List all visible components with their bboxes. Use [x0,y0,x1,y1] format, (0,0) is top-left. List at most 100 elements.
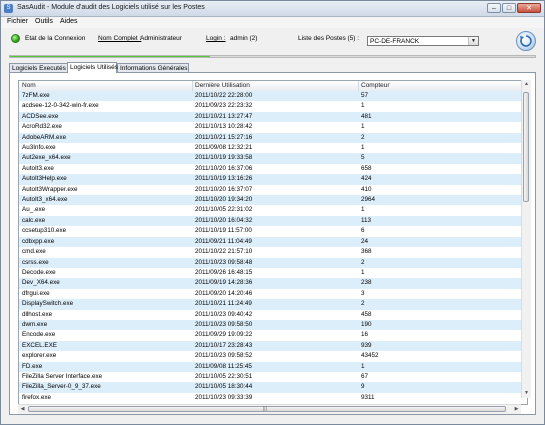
scroll-down-icon[interactable]: ▼ [522,389,531,398]
scroll-right-icon[interactable]: ▶ [512,405,521,414]
cell-derniere-utilisation: 2011/09/29 19:09:22 [195,331,253,339]
progress-fill [10,56,210,57]
table-row[interactable]: cdbxpp.exe 2011/09/21 11:04:49 24 [19,236,527,248]
cell-compteur: 190 [361,320,372,328]
column-header-nom[interactable]: Nom [22,82,36,89]
table-row[interactable]: ccsetup310.exe 2011/10/19 11:57:00 6 [19,226,527,237]
column-header-compteur[interactable]: Compteur [361,82,390,89]
cell-compteur: 939 [361,341,372,349]
tab-logiciels-utilises[interactable]: Logiciels Utilisés [67,62,118,73]
cell-derniere-utilisation: 2011/10/20 16:04:32 [195,216,253,224]
menu-fichier[interactable]: Fichier [7,18,28,25]
cell-nom: acdsee-12-0-342-win-fr.exe [22,102,99,110]
cell-compteur: 3 [361,289,365,297]
cell-nom: AutoIt3Wrapper.exe [22,185,78,193]
table-row[interactable]: AutoIt3Wrapper.exe 2011/10/20 16:37:07 410 [19,184,527,196]
cell-compteur: 1 [361,362,365,370]
table-row[interactable]: EXCEL.EXE 2011/10/17 23:28:43 939 [19,340,527,352]
table-row[interactable]: FileZilla Server Interface.exe 2011/10/05… [19,371,527,383]
cell-nom: cmd.exe [22,248,46,256]
cell-derniere-utilisation: 2011/10/05 22:31:02 [195,206,253,214]
table-row[interactable]: AutoIt3Help.exe 2011/10/19 13:16:26 424 [19,174,527,185]
cell-nom: Au_.exe [22,206,46,214]
table-row[interactable]: csrss.exe 2011/10/23 09:58:48 2 [19,257,527,268]
table-row[interactable]: explorer.exe 2011/10/23 09:58:52 43452 [19,351,527,362]
software-table: Nom Dernière Utilisation Compteur 7zFM.e… [18,80,528,405]
cell-derniere-utilisation: 2011/10/20 16:37:06 [195,164,253,172]
cell-nom: Dev_X64.exe [22,279,60,287]
cell-compteur: 1 [361,102,365,110]
cell-nom: AutoIt3.exe [22,164,54,172]
station-select[interactable]: PC-DE-FRANCK ▼ [367,36,479,46]
table-row[interactable]: calc.exe 2011/10/20 16:04:32 113 [19,215,527,227]
table-row[interactable]: Dev_X64.exe 2011/09/19 14:28:36 238 [19,278,527,289]
table-body: 7zFM.exe 2011/10/22 22:28:00 57 acdsee-12-0… [19,91,527,404]
window-title: SasAudit - Module d'audit des Logiciels … [17,4,205,11]
table-row[interactable]: 7zFM.exe 2011/10/22 22:28:00 57 [19,91,527,102]
table-row[interactable]: firefox.exe 2011/10/23 09:33:39 9311 [19,392,527,404]
cell-derniere-utilisation: 2011/09/23 22:23:32 [195,102,253,110]
table-row[interactable]: DisplaySwitch.exe 2011/10/21 11:24:49 2 [19,299,527,310]
station-select-value: PC-DE-FRANCK [370,38,420,45]
cell-derniere-utilisation: 2011/09/20 14:20:46 [195,289,253,297]
title-bar[interactable]: S SasAudit - Module d'audit des Logiciel… [1,1,544,17]
table-row[interactable]: dllhost.exe 2011/10/23 09:40:42 458 [19,309,527,320]
cell-nom: calc.exe [22,216,46,224]
table-row[interactable]: cmd.exe 2011/10/22 21:57:10 368 [19,247,527,258]
cell-derniere-utilisation: 2011/10/17 23:28:43 [195,341,253,349]
table-row[interactable]: FileZilla_Server-0_9_37.exe 2011/10/05 18… [19,382,527,393]
table-row[interactable]: Encode.exe 2011/09/29 19:09:22 16 [19,330,527,341]
cell-derniere-utilisation: 2011/10/19 19:33:58 [195,154,253,162]
table-row[interactable]: Au3Info.exe 2011/09/08 12:32:21 1 [19,143,527,154]
close-button[interactable]: ✕ [517,3,541,13]
cell-derniere-utilisation: 2011/10/21 15:27:16 [195,133,253,141]
cell-derniere-utilisation: 2011/09/08 11:25:45 [195,362,252,370]
cell-derniere-utilisation: 2011/10/13 10:28:42 [195,123,253,131]
cell-nom: FileZilla Server Interface.exe [22,372,103,380]
cell-derniere-utilisation: 2011/09/08 12:32:21 [195,144,253,152]
vertical-scroll-thumb[interactable] [523,92,529,202]
cell-compteur: 113 [361,216,372,224]
table-row[interactable]: Au_.exe 2011/10/05 22:31:02 1 [19,205,527,216]
connection-label: Etat de la Connexion [25,35,86,42]
maximize-button[interactable]: □ [502,3,516,13]
table-row[interactable]: dfrgui.exe 2011/09/20 14:20:46 3 [19,288,527,300]
cell-derniere-utilisation: 2011/10/19 11:57:00 [195,227,252,235]
horizontal-scrollbar[interactable]: ◀ ||| ▶ [18,404,521,414]
connection-status-icon [11,34,20,43]
cell-compteur: 2 [361,133,365,141]
horizontal-scroll-thumb[interactable]: ||| [28,406,506,412]
cell-compteur: 1 [361,268,365,276]
menu-aides[interactable]: Aides [60,18,78,25]
minimize-button[interactable]: – [487,3,501,13]
cell-nom: AutoIt3_x64.exe [22,196,68,204]
tab-panel: Nom Dernière Utilisation Compteur 7zFM.e… [9,72,536,415]
table-row[interactable]: dwm.exe 2011/10/23 09:58:50 190 [19,319,527,331]
table-row[interactable]: AcroRd32.exe 2011/10/13 10:28:42 1 [19,122,527,133]
table-row[interactable]: Decode.exe 2011/09/26 16:48:15 1 [19,267,527,279]
column-divider[interactable] [358,81,359,91]
cell-nom: explorer.exe [22,352,57,360]
table-row[interactable]: AutoIt3.exe 2011/10/20 16:37:06 658 [19,163,527,175]
cell-nom: AcroRd32.exe [22,123,62,131]
column-divider[interactable] [192,81,193,91]
cell-compteur: 1 [361,123,365,131]
cell-nom: FileZilla_Server-0_9_37.exe [22,383,101,391]
table-row[interactable]: Aut2exe_x64.exe 2011/10/19 19:33:58 5 [19,153,527,164]
table-row[interactable]: AdobeARM.exe 2011/10/21 15:27:16 2 [19,132,527,144]
vertical-scrollbar[interactable]: ▲ ▼ [521,80,531,398]
table-row[interactable]: ACDSee.exe 2011/10/21 13:27:47 481 [19,111,527,123]
chevron-down-icon[interactable]: ▼ [468,37,478,45]
menu-outils[interactable]: Outils [35,18,53,25]
cell-nom: AdobeARM.exe [22,133,67,141]
column-header-derniere-utilisation[interactable]: Dernière Utilisation [195,82,250,89]
cell-derniere-utilisation: 2011/10/23 09:58:48 [195,258,253,266]
scroll-up-icon[interactable]: ▲ [522,80,531,89]
cell-compteur: 24 [361,237,369,245]
table-row[interactable]: FD.exe 2011/09/08 11:25:45 1 [19,361,527,372]
refresh-icon[interactable] [516,31,536,51]
cell-compteur: 67 [361,372,369,380]
scroll-left-icon[interactable]: ◀ [18,405,27,414]
table-row[interactable]: acdsee-12-0-342-win-fr.exe 2011/09/23 22:… [19,101,527,112]
table-row[interactable]: AutoIt3_x64.exe 2011/10/20 19:34:20 2964 [19,195,527,206]
